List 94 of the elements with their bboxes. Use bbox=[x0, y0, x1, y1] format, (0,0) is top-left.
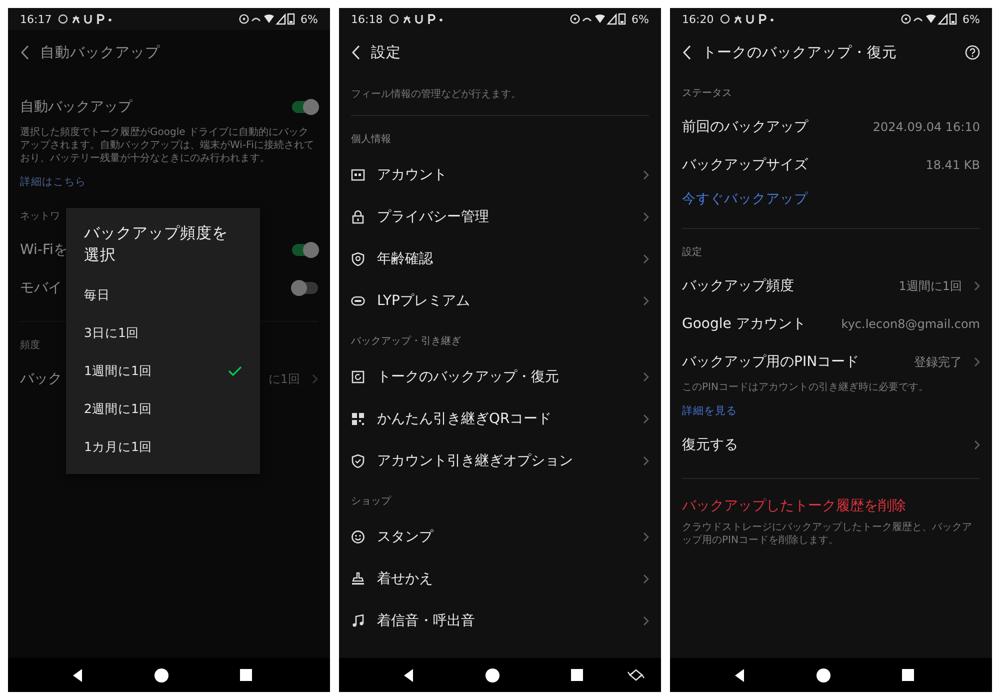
section-header: ショップ bbox=[351, 494, 391, 509]
description-text: クラウドストレージにバックアップしたトーク履歴と、バックアップ用のPINコードを削除します。 bbox=[682, 521, 973, 547]
setting-label: バック bbox=[20, 370, 62, 388]
setting-value: 18.41 KB bbox=[926, 158, 980, 172]
brush-icon bbox=[351, 572, 365, 586]
frequency-option[interactable]: 3日に1回 bbox=[66, 314, 260, 352]
clock-time: 16:20 bbox=[682, 12, 714, 26]
back-icon[interactable] bbox=[682, 44, 692, 60]
chevron-icon bbox=[643, 532, 649, 542]
delete-history-link[interactable]: バックアップしたトーク履歴を削除 bbox=[682, 497, 980, 515]
recents-icon[interactable] bbox=[239, 668, 253, 682]
home-icon[interactable] bbox=[154, 668, 169, 682]
shield-check-icon bbox=[351, 454, 365, 468]
toggle-switch[interactable] bbox=[292, 101, 318, 113]
screen-title: トークのバックアップ・復元 bbox=[702, 44, 898, 62]
recents-icon[interactable] bbox=[901, 668, 915, 682]
battery-percentage: 6% bbox=[632, 12, 649, 26]
help-icon[interactable] bbox=[965, 44, 980, 60]
setting-value: kyc.lecon8@gmail.com bbox=[841, 317, 980, 331]
setting-value: に1回 bbox=[268, 370, 300, 388]
clock-time: 16:18 bbox=[351, 12, 383, 26]
notification-icons-drawing bbox=[720, 13, 774, 25]
description-text: フィール情報の管理などが行えます。 bbox=[351, 88, 522, 101]
frequency-option[interactable]: 毎日 bbox=[66, 276, 260, 314]
toggle-switch[interactable] bbox=[292, 282, 318, 294]
setting-label: モバイ bbox=[20, 279, 62, 297]
system-status-icons-drawing bbox=[570, 13, 626, 25]
notification-icons-drawing bbox=[388, 13, 443, 25]
setting-label: バックアップ用のPINコード bbox=[682, 353, 860, 371]
chevron-icon bbox=[643, 616, 649, 626]
section-header: ネットワ bbox=[20, 210, 60, 224]
frequency-option[interactable]: 2週間に1回 bbox=[66, 390, 260, 428]
section-header: 設定 bbox=[682, 246, 702, 260]
chevron-icon bbox=[643, 456, 649, 466]
chevron-icon bbox=[643, 296, 649, 306]
screen-title: 自動バックアップ bbox=[40, 44, 161, 62]
menu-item[interactable]: LYPプレミアム bbox=[351, 280, 649, 322]
chevron-icon bbox=[643, 170, 649, 180]
menu-item[interactable]: 年齢確認 bbox=[351, 238, 649, 280]
menu-item[interactable]: プライバシー管理 bbox=[351, 196, 649, 238]
id-card-icon bbox=[351, 168, 365, 182]
system-status-icons-drawing bbox=[238, 13, 295, 25]
setting-label: Google アカウント bbox=[682, 315, 806, 333]
chevron-icon bbox=[643, 254, 649, 264]
chevron-icon bbox=[643, 212, 649, 222]
menu-item[interactable]: アカウント bbox=[351, 154, 649, 196]
home-icon[interactable] bbox=[485, 668, 500, 682]
backup-now-link[interactable]: 今すぐバックアップ bbox=[682, 190, 808, 208]
home-icon[interactable] bbox=[816, 668, 831, 682]
shield-icon bbox=[351, 252, 365, 266]
battery-percentage: 6% bbox=[962, 12, 980, 26]
section-header: ステータス bbox=[682, 87, 732, 101]
qr-code-icon bbox=[351, 412, 365, 426]
smiley-icon bbox=[351, 530, 365, 544]
menu-item[interactable]: アカウント引き継ぎオプション bbox=[351, 440, 649, 482]
details-link[interactable]: 詳細を見る bbox=[682, 404, 737, 418]
setting-value: 1週間に1回 bbox=[898, 278, 962, 294]
clock-time: 16:17 bbox=[20, 12, 52, 26]
music-note-icon bbox=[351, 614, 365, 628]
chevron-icon bbox=[643, 372, 649, 382]
system-status-icons-drawing bbox=[900, 13, 957, 25]
section-header: 個人情報 bbox=[351, 132, 391, 147]
menu-item[interactable]: 着信音・呼出音 bbox=[351, 600, 649, 642]
setting-label: 復元する bbox=[682, 436, 738, 454]
menu-item[interactable]: かんたん引き継ぎQRコード bbox=[351, 398, 649, 440]
section-header: 頻度 bbox=[20, 338, 40, 353]
setting-label: 自動バックアップ bbox=[20, 98, 132, 116]
battery-percentage: 6% bbox=[300, 12, 318, 26]
chevron-icon bbox=[643, 574, 649, 584]
frequency-option[interactable]: 1週間に1回 bbox=[66, 352, 260, 390]
menu-item[interactable]: 着せかえ bbox=[351, 558, 649, 600]
setting-value: 2024.09.04 16:10 bbox=[872, 120, 980, 134]
description-text: このPINコードはアカウントの引き継ぎ時に必要です。 bbox=[682, 381, 930, 394]
menu-item[interactable]: スタンプ bbox=[351, 516, 649, 558]
description-text: 選択した頻度でトーク履歴がGoogle ドライブに自動的にバックアップされます。自動バックアップは、端末がWi-Fiに接続されており、バッテリー残量が十分なときにのみ行われます。 bbox=[20, 126, 315, 165]
setting-label: 前回のバックアップ bbox=[682, 118, 808, 136]
pill-badge-icon bbox=[351, 294, 365, 308]
recents-icon[interactable] bbox=[570, 668, 584, 682]
setting-value: 登録完了 bbox=[914, 354, 962, 370]
dialog-title: バックアップ頻度を選択 bbox=[83, 223, 229, 266]
section-header: バックアップ・引き継ぎ bbox=[351, 334, 461, 349]
setting-label: Wi-Fiを bbox=[20, 241, 68, 259]
setting-label: バックアップ頻度 bbox=[682, 277, 794, 295]
lock-icon bbox=[351, 210, 365, 224]
screen-title: 設定 bbox=[371, 44, 402, 62]
back-icon[interactable] bbox=[351, 44, 361, 60]
menu-item[interactable]: トークのバックアップ・復元 bbox=[351, 356, 649, 398]
chevron-icon bbox=[643, 414, 649, 424]
rotate-icon[interactable] bbox=[627, 668, 645, 682]
frequency-option[interactable]: 1カ月に1回 bbox=[66, 428, 260, 466]
notification-icons-drawing bbox=[58, 13, 112, 25]
setting-label: バックアップサイズ bbox=[682, 156, 808, 174]
restore-icon bbox=[351, 370, 365, 384]
toggle-switch[interactable] bbox=[292, 244, 318, 256]
